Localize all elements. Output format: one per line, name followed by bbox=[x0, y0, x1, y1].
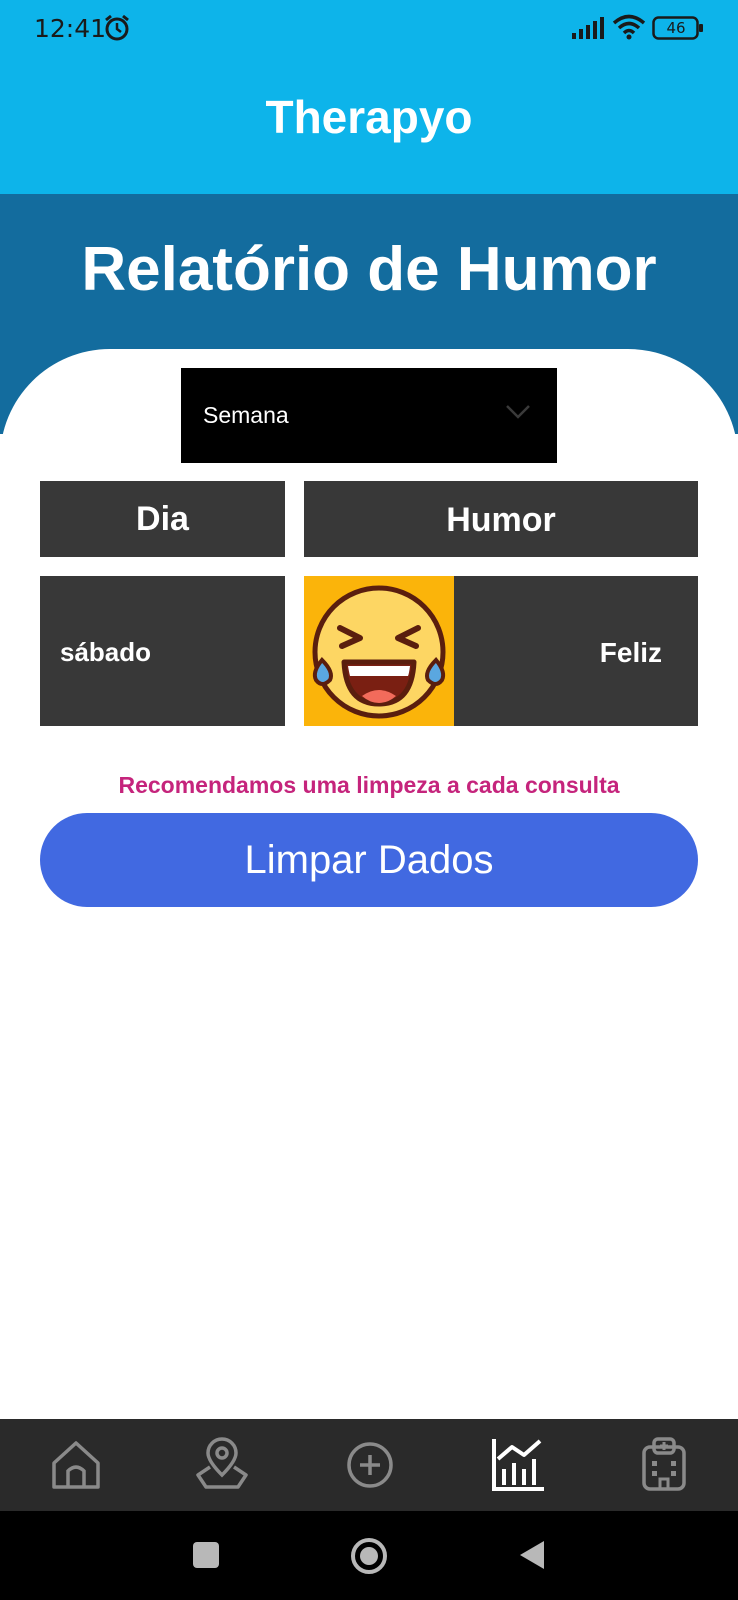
chart-icon[interactable] bbox=[488, 1435, 548, 1495]
period-select-value: Semana bbox=[203, 402, 289, 428]
system-nav-bar bbox=[0, 1511, 738, 1600]
page-title: Relatório de Humor bbox=[81, 235, 657, 304]
laughing-face-icon bbox=[304, 576, 454, 726]
battery-level: 46 bbox=[666, 19, 686, 37]
signal-icon bbox=[572, 17, 604, 39]
table-cell-mood: Feliz bbox=[304, 576, 698, 726]
column-header-mood: Humor bbox=[304, 481, 698, 557]
day-value: sábado bbox=[60, 637, 152, 667]
column-header-label: Dia bbox=[136, 500, 189, 538]
home-icon[interactable] bbox=[46, 1435, 106, 1495]
app-title: Therapyo bbox=[265, 91, 473, 143]
chevron-down-icon bbox=[506, 405, 530, 419]
app-header: Therapyo bbox=[0, 58, 738, 194]
clear-data-button[interactable]: Limpar Dados bbox=[40, 813, 698, 907]
wifi-icon bbox=[612, 14, 646, 40]
status-time: 12:41 bbox=[34, 14, 107, 43]
status-bar: 12:41 46 bbox=[0, 0, 738, 58]
bottom-nav bbox=[0, 1419, 738, 1511]
table-cell-day: sábado bbox=[40, 576, 285, 726]
home-circle-icon[interactable] bbox=[350, 1537, 388, 1575]
recommendation-text: Recomendamos uma limpeza a cada consulta bbox=[118, 772, 620, 798]
column-header-day: Dia bbox=[40, 481, 285, 557]
hospital-icon[interactable] bbox=[634, 1435, 694, 1495]
add-circle-icon[interactable] bbox=[340, 1435, 400, 1495]
map-location-icon[interactable] bbox=[192, 1435, 252, 1495]
recent-apps-icon[interactable] bbox=[192, 1541, 220, 1569]
back-icon[interactable] bbox=[518, 1539, 546, 1571]
column-header-label: Humor bbox=[446, 501, 556, 539]
alarm-icon bbox=[105, 14, 129, 41]
period-select[interactable]: Semana bbox=[181, 368, 557, 463]
mood-value: Feliz bbox=[599, 637, 662, 668]
